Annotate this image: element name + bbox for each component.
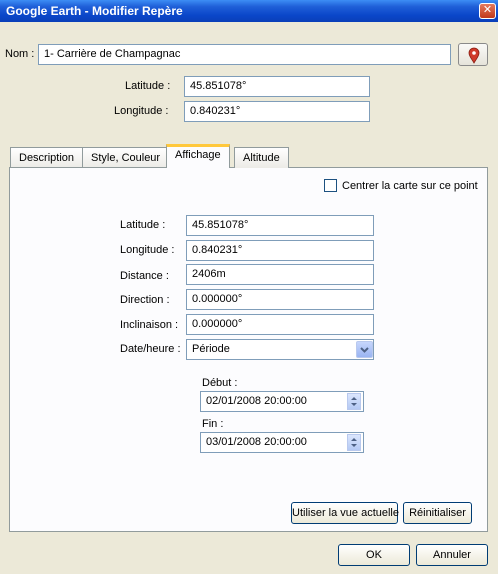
ok-button[interactable]: OK (338, 544, 410, 566)
top-latitude-label: Latitude : (125, 80, 171, 92)
view-longitude-label: Longitude : (120, 244, 175, 256)
end-label: Fin : (202, 418, 224, 430)
start-label: Début : (202, 377, 238, 389)
reset-button[interactable]: Réinitialiser (403, 502, 472, 524)
spin-arrows-icon (351, 438, 357, 447)
end-datetime-field[interactable]: 03/01/2008 20:00:00 (200, 432, 364, 453)
view-latitude-label: Latitude : (120, 219, 166, 231)
tilt-field[interactable]: 0.000000° (186, 314, 374, 335)
window-title: Google Earth - Modifier Repère (6, 4, 183, 18)
center-map-checkbox[interactable] (324, 179, 337, 192)
datetime-dropdown-button[interactable] (356, 341, 373, 358)
name-label: Nom : (5, 48, 35, 60)
top-latitude-field[interactable]: 45.851078° (184, 76, 370, 97)
tab-altitude[interactable]: Altitude (234, 147, 289, 168)
distance-field[interactable]: 2406m (186, 264, 374, 285)
tab-style-couleur[interactable]: Style, Couleur (82, 147, 170, 168)
chevron-down-icon (360, 347, 369, 353)
view-longitude-field[interactable]: 0.840231° (186, 240, 374, 261)
start-spin-button[interactable] (347, 393, 361, 410)
top-longitude-field[interactable]: 0.840231° (184, 101, 370, 122)
placemark-pin-icon (468, 47, 480, 64)
datetime-value: Période (192, 343, 230, 355)
end-spin-button[interactable] (347, 434, 361, 451)
top-longitude-label: Longitude : (114, 105, 169, 117)
spin-arrows-icon (351, 397, 357, 406)
center-map-label: Centrer la carte sur ce point (342, 180, 478, 192)
tilt-label: Inclinaison : (120, 319, 179, 331)
distance-label: Distance : (120, 270, 169, 282)
direction-label: Direction : (120, 294, 170, 306)
datetime-label: Date/heure : (120, 343, 181, 355)
view-latitude-field[interactable]: 45.851078° (186, 215, 374, 236)
tab-affichage[interactable]: Affichage (166, 144, 230, 168)
cancel-button[interactable]: Annuler (416, 544, 488, 566)
name-input[interactable]: 1- Carrière de Champagnac (38, 44, 451, 65)
direction-field[interactable]: 0.000000° (186, 289, 374, 310)
datetime-select[interactable]: Période (186, 339, 374, 360)
use-current-view-button[interactable]: Utiliser la vue actuelle (291, 502, 399, 524)
start-datetime-field[interactable]: 02/01/2008 20:00:00 (200, 391, 364, 412)
placemark-icon-button[interactable] (458, 43, 488, 66)
tab-description[interactable]: Description (10, 147, 84, 168)
close-button[interactable]: ✕ (479, 3, 496, 19)
